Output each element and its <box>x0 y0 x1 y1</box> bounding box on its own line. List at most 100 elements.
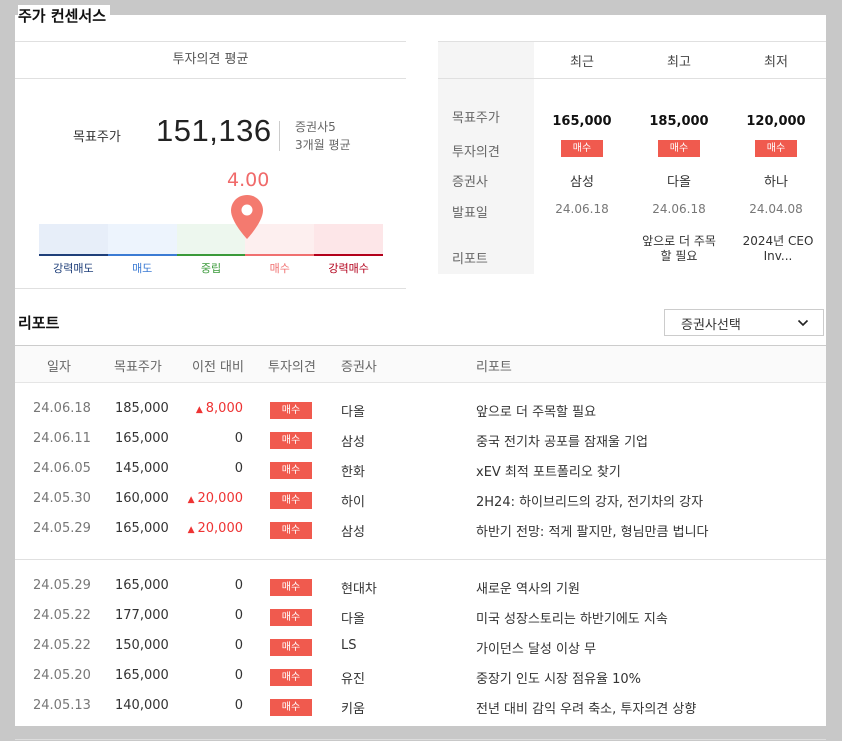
report-target-price: 160,000 <box>115 491 169 506</box>
report-title-link[interactable]: 가이던스 달성 이상 무 <box>476 638 596 657</box>
baseline-neutral <box>176 254 246 256</box>
opinion-average-header: 투자의견 평균 <box>15 42 406 79</box>
latest-target-price: 165,000 <box>552 114 612 129</box>
column-header-report: 리포트 <box>476 360 512 375</box>
chevron-down-icon <box>797 319 809 327</box>
report-title-link[interactable]: 앞으로 더 주목할 필요 <box>476 401 596 420</box>
opinion-summary-table: 최근 최고 최저 목표주가 투자의견 증권사 발표일 리포트 165,000 매… <box>438 41 826 274</box>
target-price-label: 목표주가 <box>73 130 121 145</box>
report-change-value: 0 <box>234 698 243 713</box>
report-broker: 유진 <box>341 672 365 687</box>
map-pin-icon <box>231 195 263 239</box>
lowest-target-price: 120,000 <box>746 114 806 129</box>
report-target-price: 165,000 <box>115 521 169 536</box>
report-target-price: 165,000 <box>115 668 169 683</box>
report-broker: 한화 <box>341 465 365 480</box>
report-target-price: 185,000 <box>115 401 169 416</box>
report-title-link[interactable]: 새로운 역사의 기원 <box>476 578 580 597</box>
report-change: 0 <box>185 668 243 683</box>
report-title-link[interactable]: 하반기 전망: 적게 팔지만, 형님만큼 법니다 <box>476 521 709 540</box>
report-change: 0 <box>185 431 243 446</box>
opinion-score: 4.00 <box>227 169 270 191</box>
scale-label-strong-buy: 강력매수 <box>328 262 369 275</box>
table-row[interactable]: 24.05.20 165,000 0 매수 유진 중장기 인도 시장 점유율 10% <box>15 662 826 692</box>
latest-date: 24.06.18 <box>555 202 609 216</box>
opinion-badge: 매수 <box>270 402 312 419</box>
broker-select-label: 증권사선택 <box>681 318 741 333</box>
column-header-highest: 최고 <box>667 55 691 70</box>
scale-segment-strong-sell <box>39 224 108 254</box>
baseline-strong-sell <box>39 254 108 256</box>
column-header-latest: 최근 <box>570 55 594 70</box>
table-row[interactable]: 24.06.18 185,000 ▲ 8,000 매수 다올 앞으로 더 주목할 필요 <box>15 395 826 425</box>
table-row[interactable]: 24.06.11 165,000 0 매수 삼성 중국 전기차 공포를 잠재울 기업 <box>15 425 826 455</box>
opinion-badge: 매수 <box>270 462 312 479</box>
lowest-broker: 하나 <box>764 175 788 190</box>
opinion-badge: 매수 <box>270 609 312 626</box>
column-header-change: 이전 대비 <box>192 360 244 375</box>
report-title-link[interactable]: 중장기 인도 시장 점유율 10% <box>476 668 641 687</box>
report-opinion: 매수 <box>270 639 312 656</box>
consensus-page: 투자의견 평균 목표주가 151,136 증권사5 3개월 평균 4.00 강력… <box>15 15 826 740</box>
report-title-link[interactable]: xEV 최적 포트폴리오 찾기 <box>476 461 621 480</box>
report-opinion: 매수 <box>270 492 312 509</box>
report-table-header: 일자 목표주가 이전 대비 투자의견 증권사 리포트 <box>15 345 826 383</box>
report-date: 24.05.29 <box>33 578 91 593</box>
row-label-date: 발표일 <box>452 206 488 221</box>
latest-opinion: 매수 <box>534 140 630 157</box>
column-header-date: 일자 <box>47 360 71 375</box>
table-row[interactable]: 24.05.22 150,000 0 매수 LS 가이던스 달성 이상 무 <box>15 632 826 662</box>
broker-select[interactable]: 증권사선택 <box>664 309 824 336</box>
report-opinion: 매수 <box>270 432 312 449</box>
report-title-link[interactable]: 중국 전기차 공포를 잠재울 기업 <box>476 431 648 450</box>
table-row[interactable]: 24.05.29 165,000 ▲ 20,000 매수 삼성 하반기 전망: 적게 팔지만… <box>15 515 826 545</box>
report-broker: 다올 <box>341 612 365 627</box>
row-label-broker: 증권사 <box>452 175 488 190</box>
page-title: 주가 컨센서스 <box>18 5 111 27</box>
highest-broker: 다올 <box>667 175 691 190</box>
opinion-scale-baseline <box>39 254 383 256</box>
highest-opinion: 매수 <box>631 140 727 157</box>
baseline-sell <box>107 254 177 256</box>
report-change-value: 0 <box>234 608 243 623</box>
report-change-value: 0 <box>234 668 243 683</box>
report-target-price: 140,000 <box>115 698 169 713</box>
report-target-price: 145,000 <box>115 461 169 476</box>
report-change: 0 <box>185 698 243 713</box>
table-row[interactable]: 24.05.22 177,000 0 매수 다올 미국 성장스토리는 하반기에도 지속 <box>15 602 826 632</box>
lowest-report-link[interactable]: 2024년 CEO Inv... <box>740 234 816 264</box>
report-target-price: 165,000 <box>115 431 169 446</box>
triangle-up-icon: ▲ <box>187 525 195 535</box>
baseline-strong-buy <box>314 254 383 256</box>
report-broker: 삼성 <box>341 525 365 540</box>
report-change: 0 <box>185 638 243 653</box>
report-change: 0 <box>185 461 243 476</box>
opinion-badge: 매수 <box>270 579 312 596</box>
table-row[interactable]: 24.05.30 160,000 ▲ 20,000 매수 하이 2H24: 하이브리드의 강… <box>15 485 826 515</box>
report-opinion: 매수 <box>270 522 312 539</box>
report-title-link[interactable]: 2H24: 하이브리드의 강자, 전기차의 강자 <box>476 491 703 510</box>
report-title-link[interactable]: 미국 성장스토리는 하반기에도 지속 <box>476 608 668 627</box>
table-row[interactable]: 24.05.29 165,000 0 매수 현대차 새로운 역사의 기원 <box>15 572 826 602</box>
opinion-scale-labels: 강력매도 매도 중립 매수 강력매수 <box>39 260 383 276</box>
report-opinion: 매수 <box>270 402 312 419</box>
opinion-badge: 매수 <box>270 492 312 509</box>
divider <box>438 78 826 79</box>
report-target-price: 177,000 <box>115 608 169 623</box>
scale-label-buy: 매수 <box>269 262 290 275</box>
report-change: ▲ 8,000 <box>185 401 243 416</box>
report-broker: 현대차 <box>341 582 377 597</box>
highest-report-link[interactable]: 앞으로 더 주목할 필요 <box>641 234 717 264</box>
table-row[interactable]: 24.06.05 145,000 0 매수 한화 xEV 최적 포트폴리오 찾기 <box>15 455 826 485</box>
report-change-value: 20,000 <box>197 491 244 506</box>
column-header-broker: 증권사 <box>341 360 377 375</box>
report-title-link[interactable]: 전년 대비 감익 우려 축소, 투자의견 상향 <box>476 698 696 717</box>
report-date: 24.05.22 <box>33 608 91 623</box>
table-row[interactable]: 24.05.13 140,000 0 매수 키움 전년 대비 감익 우려 축소, 투자의견… <box>15 692 826 722</box>
report-broker: 다올 <box>341 405 365 420</box>
report-date: 24.06.05 <box>33 461 91 476</box>
report-date: 24.06.18 <box>33 401 91 416</box>
lowest-date: 24.04.08 <box>749 202 803 216</box>
row-label-target-price: 목표주가 <box>452 111 500 126</box>
report-date: 24.06.11 <box>33 431 91 446</box>
